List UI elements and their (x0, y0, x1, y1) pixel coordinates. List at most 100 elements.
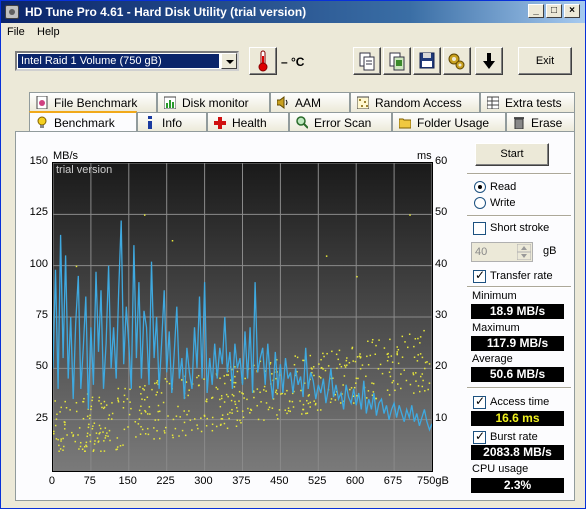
options-button[interactable] (443, 47, 471, 75)
access-time-point (263, 389, 265, 391)
access-time-point (338, 349, 341, 352)
tab-file-benchmark[interactable]: File Benchmark (29, 92, 157, 112)
access-time-point (139, 386, 141, 388)
access-time-point (260, 401, 262, 403)
access-time-point (211, 423, 214, 426)
drive-dropdown[interactable]: Intel Raid 1 Volume (750 gB) (15, 51, 239, 71)
access-time-point (397, 348, 400, 351)
access-time-checkbox[interactable] (473, 394, 486, 409)
access-time-point (189, 419, 192, 421)
access-time-point (322, 352, 324, 355)
access-time-point (88, 423, 90, 426)
access-time-point (79, 441, 82, 444)
minimize-button[interactable]: _ (528, 4, 544, 18)
access-time-point (100, 450, 102, 452)
copy-text-button[interactable] (353, 47, 381, 75)
access-time-point (233, 386, 236, 388)
tab-info[interactable]: Info (137, 112, 207, 132)
access-time-point (140, 425, 142, 428)
access-time-point (91, 427, 94, 430)
transfer-rate-checkbox[interactable] (473, 268, 486, 283)
maximize-button[interactable]: □ (546, 4, 562, 18)
access-time-point (239, 419, 241, 422)
write-radio[interactable] (474, 197, 486, 209)
access-time-point (419, 353, 422, 355)
access-time-point (417, 385, 420, 387)
tab-error-scan[interactable]: Error Scan (289, 112, 392, 132)
tab-label: Erase (531, 116, 563, 130)
access-time-point (92, 425, 94, 427)
tab-disk-monitor[interactable]: Disk monitor (157, 92, 270, 112)
title-bar[interactable]: HD Tune Pro 4.61 - Hard Disk Utility (tr… (1, 1, 585, 23)
access-time-point (105, 404, 108, 406)
access-time-point (400, 373, 402, 375)
download-button[interactable] (475, 47, 503, 75)
main-window: HD Tune Pro 4.61 - Hard Disk Utility (tr… (0, 0, 586, 509)
burst-rate-checkbox[interactable] (473, 429, 486, 444)
access-time-point (62, 449, 64, 451)
exit-button[interactable]: Exit (518, 47, 572, 75)
access-time-point (322, 368, 324, 370)
access-time-point (249, 412, 251, 414)
access-time-point (111, 402, 113, 404)
short-stroke-checkbox[interactable] (473, 222, 486, 235)
y-right-tick-label: 50 (435, 206, 448, 219)
tab-benchmark[interactable]: Benchmark (29, 111, 137, 133)
close-button[interactable]: × (564, 4, 580, 18)
access-time-point (223, 375, 226, 377)
access-time-point (276, 414, 278, 416)
access-time-point (181, 429, 184, 432)
tab-folder-usage[interactable]: Folder Usage (392, 112, 506, 132)
save-button[interactable] (413, 47, 441, 75)
access-time-point (221, 414, 224, 416)
tab-extra-tests[interactable]: Extra tests (480, 92, 575, 112)
access-time-point (171, 240, 174, 242)
tab-aam[interactable]: AAM (270, 92, 350, 112)
start-button[interactable]: Start (475, 143, 549, 166)
access-time-point (234, 366, 236, 368)
access-time-point (419, 342, 421, 344)
chevron-down-icon[interactable] (221, 53, 237, 69)
access-time-point (396, 351, 398, 353)
tab-label: Info (162, 116, 183, 130)
cpu-usage-label: CPU usage (472, 463, 529, 475)
tab-erase[interactable]: Erase (506, 112, 575, 132)
access-time-point (415, 380, 417, 382)
access-time-point (386, 389, 389, 391)
tab-random-access[interactable]: Random Access (350, 92, 480, 112)
access-time-point (346, 364, 348, 366)
burst-rate-value: 2083.8 MB/s (471, 445, 564, 460)
access-time-point (316, 409, 319, 411)
access-time-point (220, 423, 222, 426)
access-time-point (231, 393, 234, 396)
access-time-point (63, 421, 66, 423)
tab-health[interactable]: Health (207, 112, 289, 132)
access-time-point (183, 421, 186, 424)
access-time-point (156, 391, 158, 394)
access-time-point (97, 440, 100, 443)
access-time-point (122, 407, 125, 409)
access-time-point (263, 419, 265, 421)
access-time-point (62, 437, 64, 440)
access-time-point (82, 400, 84, 403)
access-time-point (369, 354, 372, 357)
access-time-point (78, 448, 80, 450)
access-time-point (146, 427, 149, 430)
access-time-point (307, 402, 310, 405)
access-time-point (359, 368, 362, 370)
access-time-point (142, 387, 144, 390)
access-time-point (116, 448, 118, 451)
access-time-point (103, 450, 106, 452)
read-label: Read (490, 181, 517, 193)
temperature-button[interactable] (249, 47, 277, 75)
copy-image-button[interactable] (383, 47, 411, 75)
access-time-point (63, 428, 66, 430)
menu-help[interactable]: Help (37, 26, 60, 38)
access-time-point (428, 363, 431, 365)
menu-file[interactable]: File (7, 26, 25, 38)
access-time-point (154, 419, 157, 421)
access-time-point (108, 429, 111, 432)
access-time-point (366, 397, 368, 399)
read-radio[interactable] (474, 181, 486, 193)
access-time-point (93, 443, 96, 445)
